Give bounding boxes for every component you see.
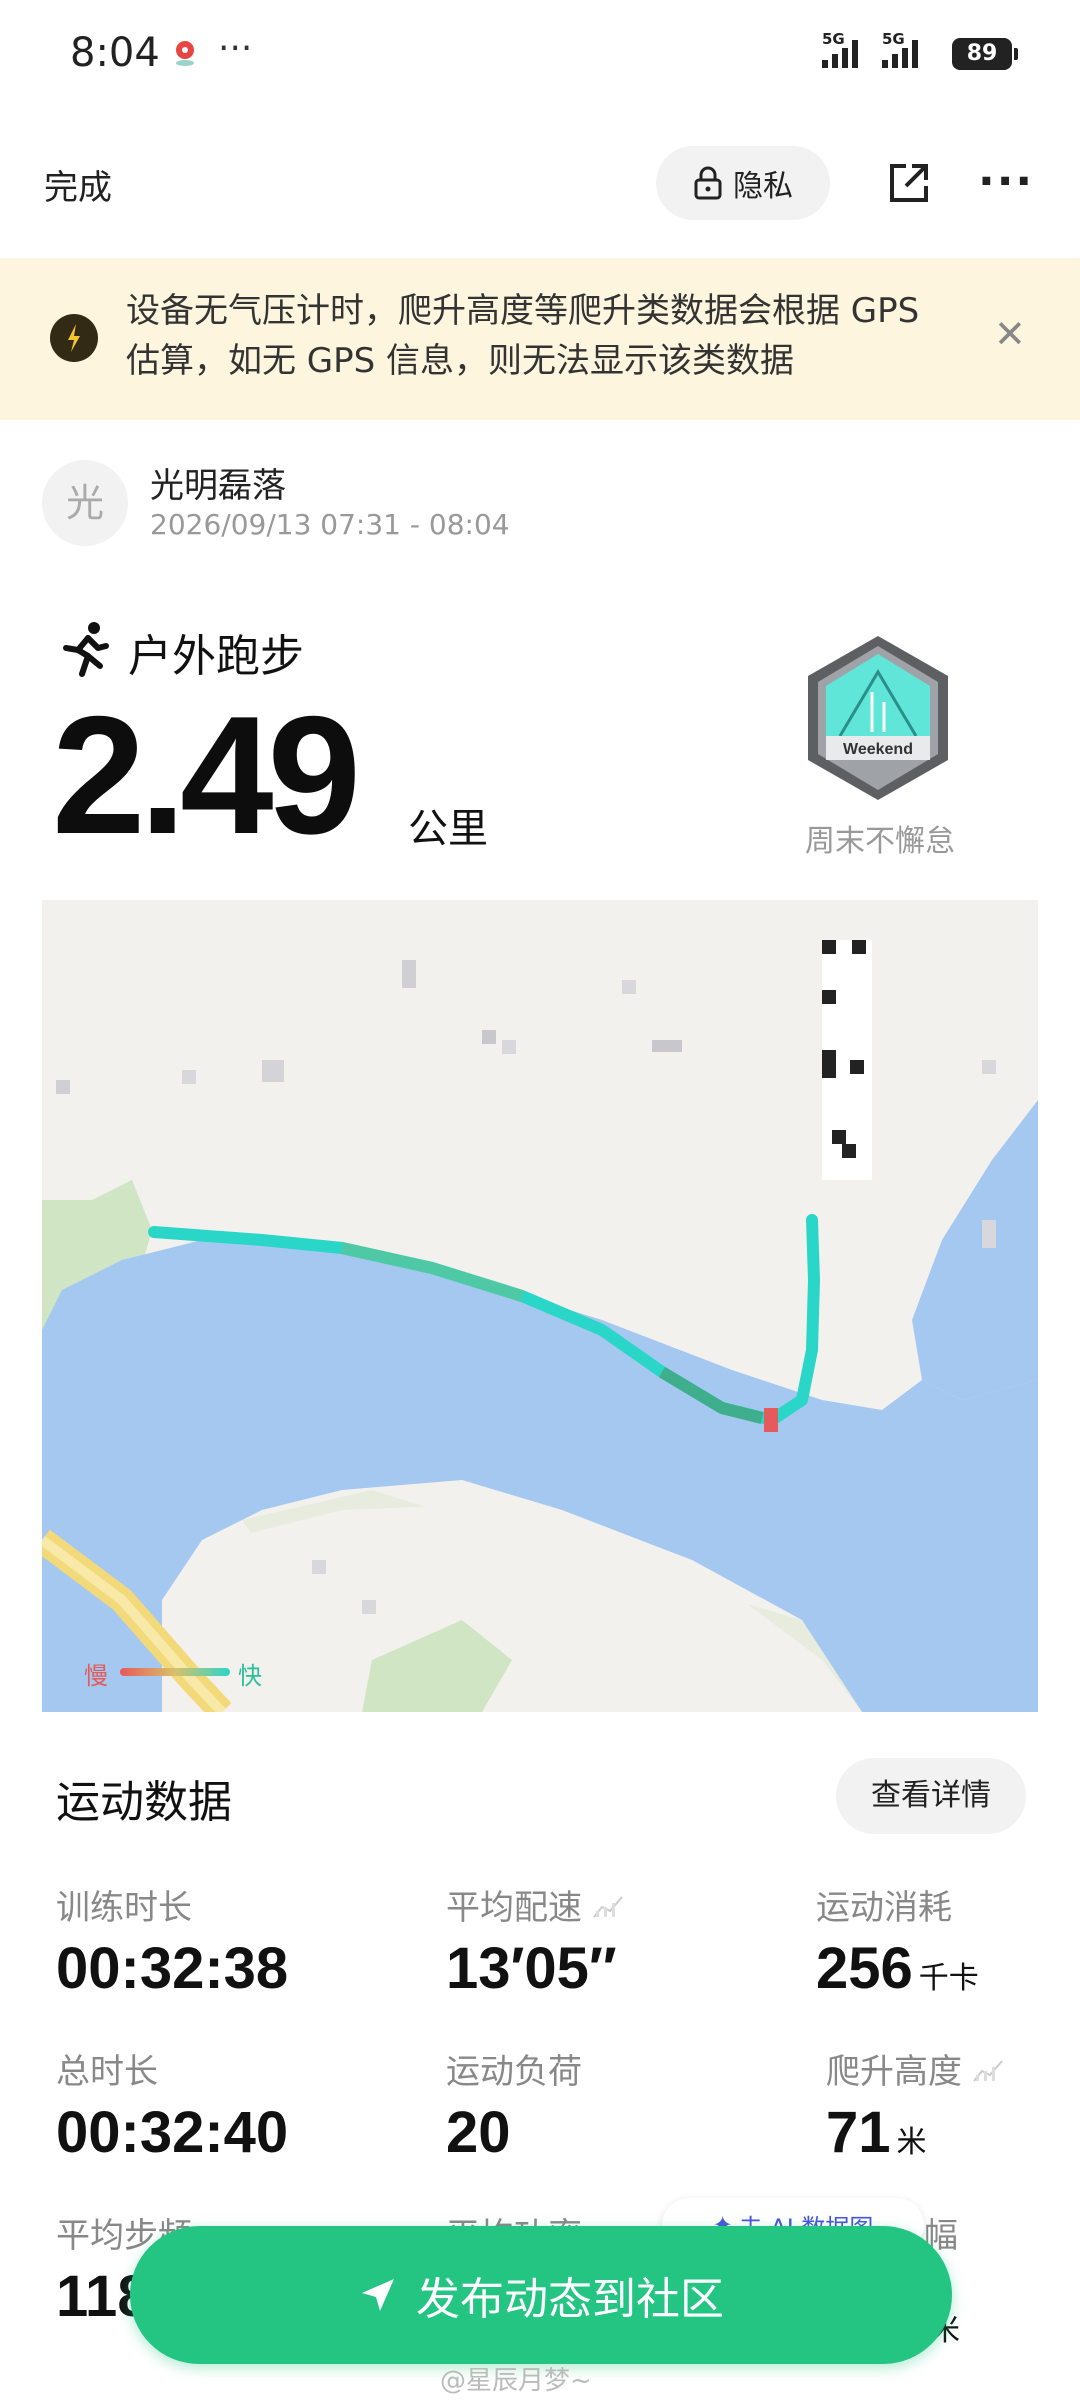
status-bar: 8:04 ··· 5G 5G 89 [0, 0, 1080, 110]
map-pin-icon [176, 41, 194, 66]
view-details-button[interactable]: 查看详情 [836, 1758, 1026, 1834]
send-icon [362, 2279, 394, 2311]
stat-value: 00:32:38 [56, 1936, 289, 2001]
share-icon[interactable] [884, 158, 934, 208]
stat-label: 训练时长 [56, 1888, 192, 1928]
stat-value: 71 [826, 2100, 891, 2165]
stat-label: 运动消耗 [816, 1888, 952, 1928]
stat-label: 平均配速 [446, 1888, 582, 1928]
privacy-label: 隐私 [733, 169, 793, 204]
stat-label: 爬升高度 [826, 2052, 962, 2092]
stat-label: 运动负荷 [446, 2052, 582, 2092]
speed-legend-bar [120, 1668, 230, 1676]
stat-calories[interactable]: 运动消耗 256 千卡 [816, 1880, 979, 2002]
stat-training-load[interactable]: 运动负荷 20 [446, 2044, 582, 2166]
close-icon[interactable]: ✕ [994, 312, 1026, 356]
lock-icon [694, 166, 722, 200]
route-map[interactable]: 慢 快 [42, 900, 1038, 1712]
stat-unit: 米 [896, 2126, 927, 2159]
signal-icon: 5G [882, 30, 934, 74]
activity-type: 户外跑步 [128, 631, 304, 682]
stat-training-duration[interactable]: 训练时长 00:32:38 [56, 1880, 288, 2002]
status-more-icon: ··· [218, 28, 253, 69]
notice-text: 设备无气压计时，爬升高度等爬升类数据会根据 GPS 估算，如无 GPS 信息，则… [126, 291, 920, 381]
publish-label: 发布动态到社区 [416, 2274, 724, 2325]
barometer-notice: 设备无气压计时，爬升高度等爬升类数据会根据 GPS 估算，如无 GPS 信息，则… [0, 258, 1080, 420]
map-canvas [42, 900, 1038, 1712]
signal-icon: 5G [822, 30, 874, 74]
distance-value: 2.49 [52, 681, 361, 869]
top-bar: 完成 隐私 ··· [0, 140, 1080, 230]
stat-value: 00:32:40 [56, 2100, 289, 2165]
stat-unit: 千卡 [918, 1962, 979, 1995]
done-button[interactable]: 完成 [44, 160, 112, 209]
badge-label: 周末不懈怠 [805, 824, 955, 859]
distance-unit: 公里 [408, 806, 488, 852]
stat-total-duration[interactable]: 总时长 00:32:40 [56, 2044, 288, 2166]
avatar[interactable]: 光 [42, 460, 128, 546]
lightbulb-icon [50, 314, 98, 362]
more-options-icon[interactable]: ··· [978, 156, 1034, 207]
battery-icon: 89 [952, 38, 1018, 70]
status-time: 8:04 [70, 30, 160, 76]
chart-icon [973, 2059, 1003, 2082]
publish-to-community-button[interactable]: 发布动态到社区 [130, 2226, 952, 2364]
stat-label: 总时长 [56, 2052, 158, 2092]
legend-slow: 慢 [84, 1662, 108, 1690]
stat-elevation-gain[interactable]: 爬升高度 71 米 [826, 2044, 1004, 2166]
chart-icon [593, 1895, 623, 1918]
stats-section-title: 运动数据 [56, 1777, 232, 1828]
weekend-badge-icon[interactable]: Weekend [800, 632, 956, 804]
legend-fast: 快 [238, 1662, 262, 1690]
watermark: @星辰月梦~ [440, 2366, 592, 2396]
badge-text: Weekend [843, 741, 913, 758]
stat-value: 256 [816, 1936, 913, 2001]
stat-value: 20 [446, 2100, 511, 2165]
running-icon [63, 622, 109, 677]
user-name: 光明磊落 [150, 466, 286, 506]
privacy-button[interactable]: 隐私 [656, 146, 830, 220]
stat-value: 13′05″ [446, 1936, 617, 2001]
stat-average-pace[interactable]: 平均配速 13′05″ [446, 1880, 624, 2002]
activity-time-range: 2026/09/13 07:31 - 08:04 [150, 508, 510, 541]
